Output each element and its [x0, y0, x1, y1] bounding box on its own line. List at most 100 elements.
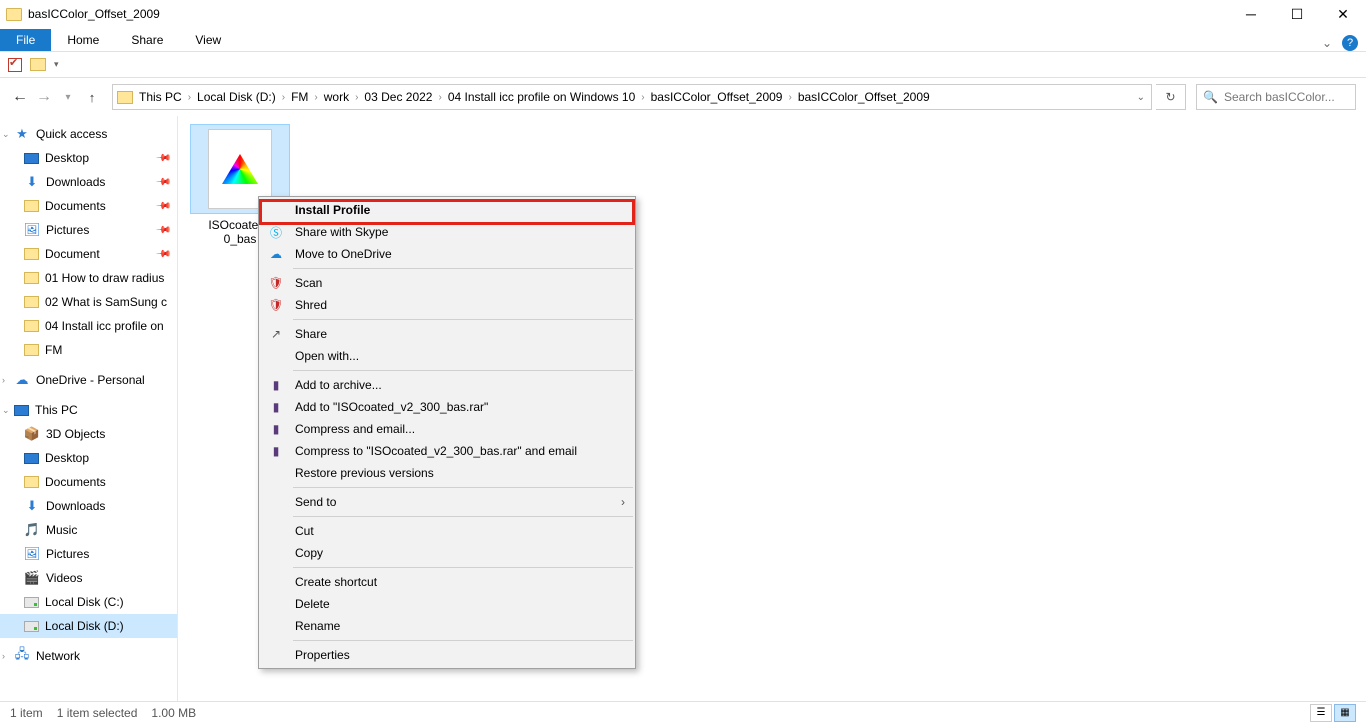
sidebar-item-documents[interactable]: Documents — [0, 470, 177, 494]
sidebar-item-folder[interactable]: 04 Install icc profile on — [0, 314, 177, 338]
close-button[interactable]: ✕ — [1320, 0, 1366, 28]
sidebar-item-document[interactable]: Document📌 — [0, 242, 177, 266]
cloud-icon: ☁ — [14, 372, 30, 388]
crumb-7[interactable]: basICColor_Offset_2009 — [798, 90, 930, 104]
folder-icon — [24, 200, 39, 212]
sidebar-item-downloads[interactable]: ⬇Downloads📌 — [0, 170, 177, 194]
crumb-4[interactable]: 03 Dec 2022 — [364, 90, 432, 104]
ctx-separator — [293, 487, 633, 488]
ctx-send-to[interactable]: Send to› — [259, 491, 635, 513]
folder-icon — [24, 476, 39, 488]
minimize-button[interactable]: ─ — [1228, 0, 1274, 28]
crumb-3[interactable]: work — [324, 90, 349, 104]
sidebar-item-3dobjects[interactable]: 📦3D Objects — [0, 422, 177, 446]
chevron-right-icon[interactable]: › — [188, 92, 191, 103]
ctx-copy[interactable]: Copy — [259, 542, 635, 564]
tab-home[interactable]: Home — [51, 29, 115, 51]
ctx-compress-email-to[interactable]: ▮Compress to "ISOcoated_v2_300_bas.rar" … — [259, 440, 635, 462]
status-item-count: 1 item — [10, 706, 43, 720]
crumb-0[interactable]: This PC — [139, 90, 182, 104]
chevron-right-icon[interactable]: › — [355, 92, 358, 103]
chevron-right-icon: › — [621, 495, 625, 509]
status-bar: 1 item 1 item selected 1.00 MB ☰ ▦ — [0, 701, 1366, 723]
pin-icon: 📌 — [154, 150, 171, 167]
sidebar-item-music[interactable]: 🎵Music — [0, 518, 177, 542]
share-icon: ↗ — [267, 327, 285, 341]
qat-properties-icon[interactable] — [8, 58, 22, 72]
sidebar-item-documents[interactable]: Documents📌 — [0, 194, 177, 218]
view-details-button[interactable]: ☰ — [1310, 704, 1332, 722]
skype-icon: Ⓢ — [267, 224, 285, 241]
forward-button[interactable]: → — [34, 88, 54, 106]
ctx-compress-email[interactable]: ▮Compress and email... — [259, 418, 635, 440]
ctx-share[interactable]: ↗Share — [259, 323, 635, 345]
ctx-delete[interactable]: Delete — [259, 593, 635, 615]
sidebar-item-videos[interactable]: 🎬Videos — [0, 566, 177, 590]
ctx-share-skype[interactable]: ⓈShare with Skype — [259, 221, 635, 243]
crumb-2[interactable]: FM — [291, 90, 308, 104]
crumb-1[interactable]: Local Disk (D:) — [197, 90, 276, 104]
qat-dropdown-icon[interactable]: ▾ — [54, 59, 59, 70]
sidebar-item-drive-d[interactable]: Local Disk (D:) — [0, 614, 177, 638]
chevron-right-icon[interactable]: › — [282, 92, 285, 103]
crumb-6[interactable]: basICColor_Offset_2009 — [651, 90, 783, 104]
ctx-shred[interactable]: 🛡Shred — [259, 294, 635, 316]
chevron-right-icon[interactable]: › — [314, 92, 317, 103]
help-icon[interactable]: ? — [1342, 35, 1358, 51]
sidebar-item-pictures[interactable]: 🖼Pictures — [0, 542, 177, 566]
recent-dropdown[interactable]: ▾ — [58, 92, 78, 103]
ctx-separator — [293, 640, 633, 641]
star-icon: ★ — [14, 126, 30, 142]
chevron-right-icon[interactable]: › — [788, 92, 791, 103]
window-folder-icon — [6, 8, 22, 21]
ctx-open-with[interactable]: Open with... — [259, 345, 635, 367]
tab-share[interactable]: Share — [115, 29, 179, 51]
sidebar-item-drive-c[interactable]: Local Disk (C:) — [0, 590, 177, 614]
pc-icon — [14, 405, 29, 416]
ctx-cut[interactable]: Cut — [259, 520, 635, 542]
ctx-add-to-rar[interactable]: ▮Add to "ISOcoated_v2_300_bas.rar" — [259, 396, 635, 418]
chevron-right-icon[interactable]: › — [641, 92, 644, 103]
sidebar-this-pc[interactable]: ⌄This PC — [0, 398, 177, 422]
nav-row: ← → ▾ ↑ This PC › Local Disk (D:) › FM › wo… — [0, 78, 1366, 116]
ribbon-expand-icon[interactable]: ⌄ — [1322, 36, 1332, 50]
tab-view[interactable]: View — [179, 29, 237, 51]
ctx-separator — [293, 567, 633, 568]
sidebar-quick-access[interactable]: ⌄★Quick access — [0, 122, 177, 146]
crumb-5[interactable]: 04 Install icc profile on Windows 10 — [448, 90, 635, 104]
qat-newfolder-icon[interactable] — [30, 58, 46, 71]
ctx-scan[interactable]: 🛡Scan — [259, 272, 635, 294]
ctx-restore-versions[interactable]: Restore previous versions — [259, 462, 635, 484]
ctx-install-profile[interactable]: Install Profile — [259, 199, 635, 221]
ctx-add-archive[interactable]: ▮Add to archive... — [259, 374, 635, 396]
search-icon: 🔍 — [1203, 90, 1218, 104]
tab-file[interactable]: File — [0, 29, 51, 51]
sidebar-item-folder[interactable]: FM — [0, 338, 177, 362]
sidebar-item-desktop[interactable]: Desktop — [0, 446, 177, 470]
sidebar-item-downloads[interactable]: ⬇Downloads — [0, 494, 177, 518]
ctx-create-shortcut[interactable]: Create shortcut — [259, 571, 635, 593]
sidebar-network[interactable]: ›🖧Network — [0, 644, 177, 668]
folder-icon — [24, 344, 39, 356]
shield-icon: 🛡 — [267, 298, 285, 312]
ctx-move-onedrive[interactable]: ☁Move to OneDrive — [259, 243, 635, 265]
nav-pane: ⌄★Quick access Desktop📌 ⬇Downloads📌 Docu… — [0, 116, 178, 701]
refresh-button[interactable]: ↻ — [1156, 84, 1186, 110]
maximize-button[interactable]: ☐ — [1274, 0, 1320, 28]
address-bar[interactable]: This PC › Local Disk (D:) › FM › work › 03 D… — [112, 84, 1152, 110]
sidebar-item-folder[interactable]: 01 How to draw radius — [0, 266, 177, 290]
sidebar-onedrive[interactable]: ›☁OneDrive - Personal — [0, 368, 177, 392]
back-button[interactable]: ← — [10, 88, 30, 106]
address-dropdown-icon[interactable]: ⌄ — [1137, 92, 1145, 103]
sidebar-item-folder[interactable]: 02 What is SamSung c — [0, 290, 177, 314]
sidebar-item-desktop[interactable]: Desktop📌 — [0, 146, 177, 170]
chevron-right-icon[interactable]: › — [438, 92, 441, 103]
ctx-properties[interactable]: Properties — [259, 644, 635, 666]
ctx-rename[interactable]: Rename — [259, 615, 635, 637]
search-box[interactable]: 🔍 Search basICColor... — [1196, 84, 1356, 110]
up-button[interactable]: ↑ — [82, 90, 102, 105]
onedrive-icon: ☁ — [267, 247, 285, 261]
winrar-icon: ▮ — [267, 422, 285, 436]
view-large-icons-button[interactable]: ▦ — [1334, 704, 1356, 722]
sidebar-item-pictures[interactable]: 🖼Pictures📌 — [0, 218, 177, 242]
